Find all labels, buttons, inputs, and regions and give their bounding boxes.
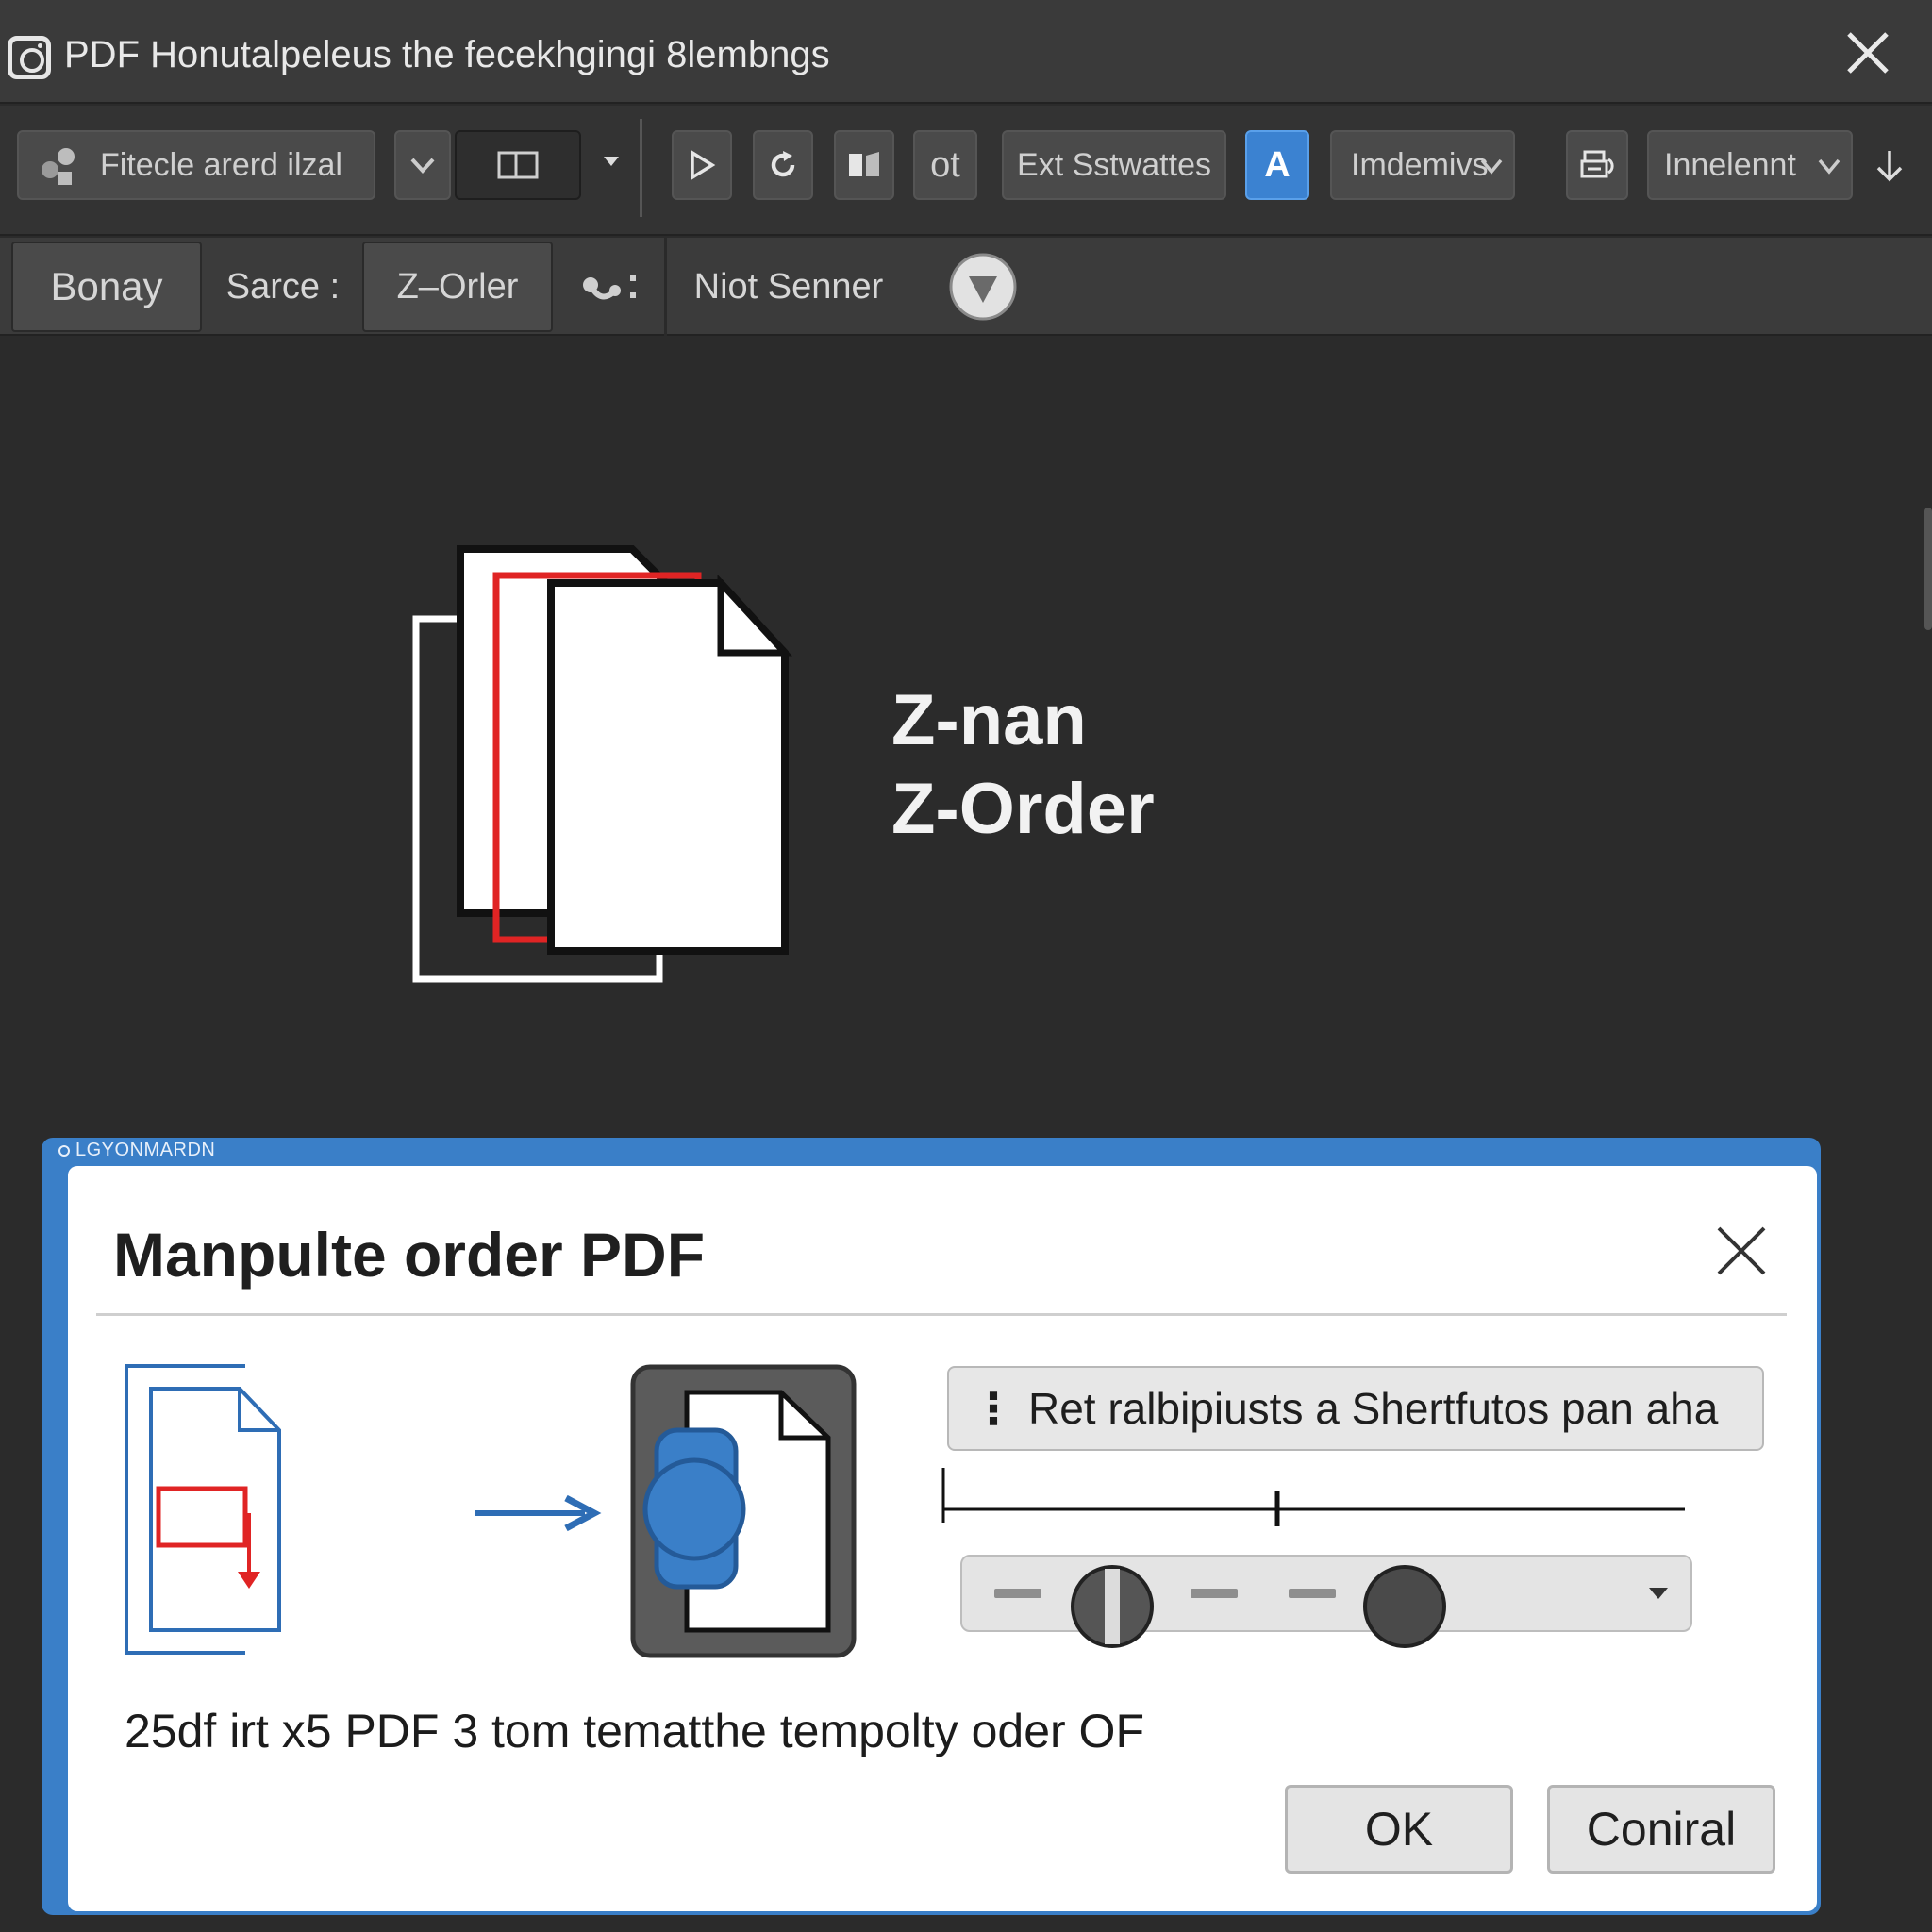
dialog-title: Manpulte order PDF	[113, 1220, 706, 1290]
caption-dot-icon	[58, 1145, 70, 1157]
cancel-button[interactable]: Coniral	[1547, 1785, 1775, 1874]
layout-button[interactable]	[455, 130, 581, 200]
dialog-divider	[96, 1313, 1787, 1316]
play-button[interactable]	[672, 130, 732, 200]
print-icon	[1580, 150, 1614, 178]
source-page-icon	[125, 1364, 281, 1655]
dropdown-imdemivs[interactable]: Imdemivs	[1330, 130, 1515, 200]
toolbar-separator	[640, 119, 642, 217]
pen-nib-icon	[949, 253, 1017, 321]
play-icon	[691, 150, 716, 180]
document-canvas[interactable]: Z-nan Z-Order	[0, 338, 1932, 1140]
path-icon	[583, 275, 636, 300]
panel-layout-icon	[497, 151, 539, 179]
slider-tick	[1191, 1589, 1238, 1598]
app-icon	[8, 36, 51, 79]
caret-down-icon[interactable]	[1647, 1585, 1670, 1602]
book-icon	[849, 152, 879, 176]
stacked-pages-illustration	[412, 545, 792, 983]
subbar-separator	[664, 238, 667, 336]
ext-button[interactable]: Ext Sstwattes	[1002, 130, 1226, 200]
shortcut-option-text: Ret ralbipiusts a Shertfutos pan aha	[1028, 1384, 1719, 1433]
source-label: Sarce :	[225, 266, 341, 307]
path-tool-button[interactable]	[570, 242, 655, 332]
tool-select[interactable]: Fitecle arerd ilzal	[17, 130, 375, 200]
book-button[interactable]	[834, 130, 894, 200]
a-button[interactable]: A	[1245, 130, 1309, 200]
vertical-scrollbar[interactable]	[1924, 508, 1932, 630]
dialog-description: 25df irt x5 PDF 3 tom tematthe tempolty …	[125, 1705, 1144, 1757]
dialog-caption: LGYONMARDN	[58, 1140, 215, 1161]
arrow-down-icon[interactable]	[1874, 147, 1906, 185]
dialog-close-icon[interactable]	[1715, 1224, 1768, 1277]
chevron-down-icon	[1818, 158, 1840, 175]
tool-dropdown[interactable]	[394, 130, 451, 200]
shapes-icon	[42, 148, 75, 185]
ok-button[interactable]: OK	[1285, 1785, 1513, 1874]
ot-button[interactable]: ot	[913, 130, 977, 200]
canvas-label-line-1: Z-nan	[891, 680, 1087, 760]
dropdown-innelennt[interactable]: Innelennt	[1647, 130, 1853, 200]
refresh-button[interactable]	[753, 130, 813, 200]
chevron-down-icon	[1480, 158, 1503, 175]
refresh-icon	[771, 151, 795, 177]
chevron-down-icon	[410, 158, 435, 174]
slider-thumb-end[interactable]	[1362, 1564, 1447, 1649]
print-button[interactable]	[1566, 130, 1628, 200]
tab-zorder[interactable]: Z–Orler	[362, 242, 553, 332]
target-page-icon	[630, 1364, 857, 1658]
title-bar: PDF Honutalpeleus the fecekhgingi 8lembn…	[0, 0, 1932, 104]
arrow-right-icon	[475, 1494, 602, 1532]
dropdown-imdemivs-label: Imdemivs	[1351, 146, 1489, 183]
secondary-toolbar: Bonay Sarce : Z–Orler Niot Senner	[0, 238, 1932, 336]
mode-label: Niot Senner	[693, 266, 884, 307]
drag-handle-icon: ⋮	[972, 1384, 1015, 1433]
pen-button[interactable]	[945, 242, 1021, 332]
order-slider[interactable]	[960, 1555, 1692, 1648]
slider-tick	[994, 1589, 1041, 1598]
slider-tick	[1289, 1589, 1336, 1598]
window-title: PDF Honutalpeleus the fecekhgingi 8lembn…	[64, 34, 830, 75]
close-icon[interactable]	[1841, 26, 1894, 79]
dialog-caption-text: LGYONMARDN	[75, 1140, 216, 1160]
tool-select-label: Fitecle arerd ilzal	[100, 146, 342, 183]
tab-bonay[interactable]: Bonay	[11, 242, 202, 332]
order-ruler	[941, 1468, 1685, 1526]
main-toolbar: Fitecle arerd ilzal ot Ext Sstwattes A I…	[0, 106, 1932, 236]
dropdown-innelennt-label: Innelennt	[1664, 146, 1796, 183]
shortcut-option-field[interactable]: ⋮ Ret ralbipiusts a Shertfutos pan aha	[947, 1366, 1764, 1451]
caret-down-icon[interactable]	[602, 155, 621, 168]
slider-thumb-start[interactable]	[1070, 1564, 1155, 1649]
canvas-label-line-2: Z-Order	[891, 769, 1155, 849]
